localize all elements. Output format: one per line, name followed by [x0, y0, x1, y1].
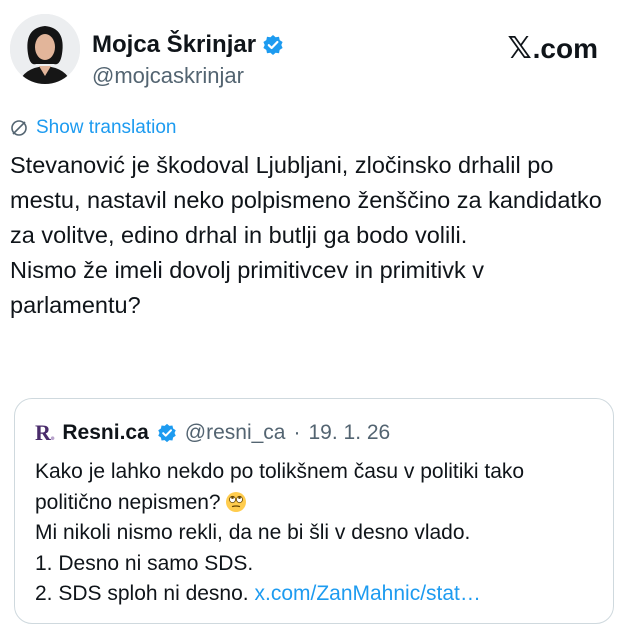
x-com-logo: 𝕏 .com: [507, 32, 598, 66]
verified-badge-icon: [158, 423, 176, 443]
x-logo-icon: 𝕏: [507, 32, 532, 65]
quoted-line: Kako je lahko nekdo po tolikšnem času v …: [35, 457, 595, 518]
author-handle[interactable]: @mojcaskrinjar: [92, 62, 244, 90]
logo-dot: .: [49, 420, 55, 445]
separator-dot: ·: [293, 421, 301, 444]
quoted-date[interactable]: 19. 1. 26: [308, 419, 390, 447]
quoted-handle[interactable]: @resni_ca: [185, 419, 286, 447]
resni-logo-icon: R.: [35, 419, 55, 447]
quoted-tweet-card[interactable]: R. Resni.ca @resni_ca · 19. 1. 26 Kako j…: [14, 398, 614, 624]
quoted-line: 1. Desno ni samo SDS.: [35, 551, 254, 575]
brand-suffix: .com: [532, 33, 598, 64]
translate-icon: [11, 120, 27, 136]
quoted-tweet-header: R. Resni.ca @resni_ca · 19. 1. 26: [35, 419, 390, 447]
quoted-tweet-text: Kako je lahko nekdo po tolikšnem času v …: [35, 457, 595, 610]
tweet-paragraph: Nismo že imeli dovolj primitivcev in pri…: [10, 257, 485, 318]
profile-photo: [10, 14, 80, 84]
verified-badge-icon: [263, 35, 283, 55]
tweet-paragraph: Stevanović je škodoval Ljubljani, zločin…: [10, 152, 602, 248]
quoted-link[interactable]: x.com/ZanMahnic/stat…: [254, 582, 480, 605]
author-display-name[interactable]: Mojca Škrinjar: [92, 30, 256, 60]
author-name-row[interactable]: Mojca Škrinjar: [92, 30, 284, 60]
quoted-display-name[interactable]: Resni.ca: [62, 419, 148, 447]
face-with-rolling-eyes-emoji-icon: [225, 491, 246, 512]
logo-letter: R: [35, 420, 51, 445]
show-translation-label: Show translation: [36, 117, 177, 138]
avatar[interactable]: [10, 14, 80, 84]
quoted-line-text: 2. SDS sploh ni desno.: [35, 582, 249, 605]
tweet-text: Stevanović je škodoval Ljubljani, zločin…: [10, 148, 610, 323]
quoted-line: Mi nikoli nismo rekli, da ne bi šli v de…: [35, 521, 471, 544]
show-translation-button[interactable]: Show translation: [10, 116, 176, 140]
quoted-line-text: Kako je lahko nekdo po tolikšnem času v …: [35, 460, 525, 514]
quoted-line: 2. SDS sploh ni desno. x.com/ZanMahnic/s…: [35, 579, 595, 610]
